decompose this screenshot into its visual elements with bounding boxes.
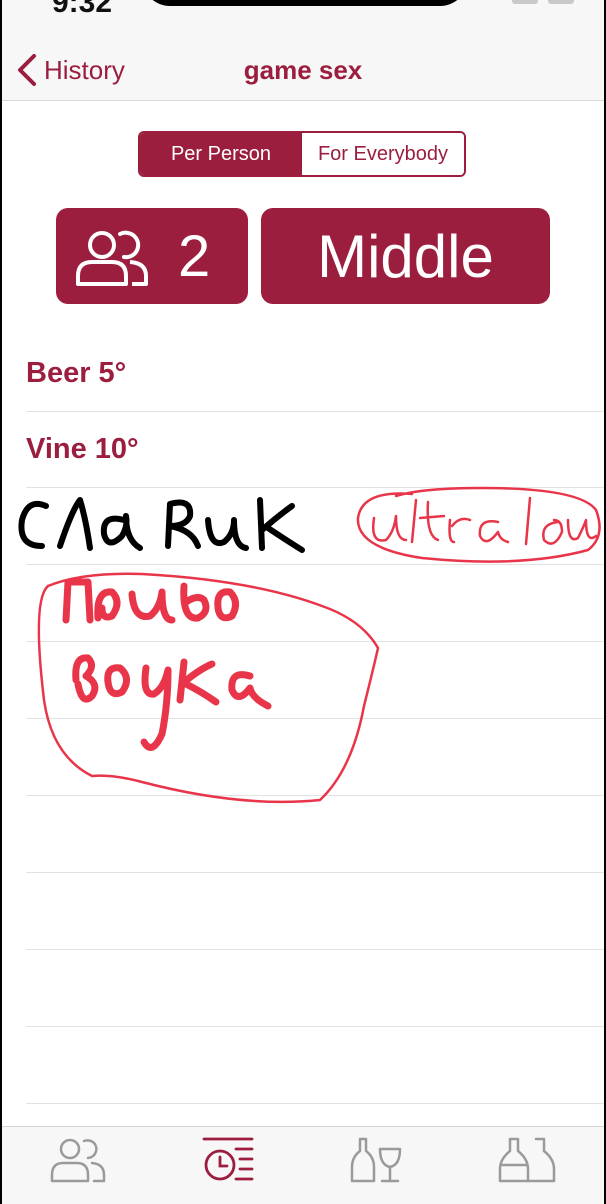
- bottles-icon: [498, 1137, 556, 1183]
- list-row: [26, 950, 604, 1027]
- history-icon: [202, 1137, 254, 1181]
- list-row: [26, 719, 604, 796]
- tab-people[interactable]: [48, 1135, 108, 1185]
- notch: [142, 0, 468, 6]
- people-icon: [50, 1138, 106, 1183]
- level-button[interactable]: Middle: [261, 208, 550, 304]
- people-count-button[interactable]: 2: [56, 208, 248, 304]
- drink-row-beer[interactable]: Beer 5°: [26, 336, 604, 412]
- status-time: 9:32: [52, 0, 113, 19]
- drinks-icon: [350, 1137, 402, 1183]
- tab-bottles[interactable]: [498, 1135, 558, 1185]
- status-bar: 9:32: [2, 0, 604, 44]
- nav-bar: History game sex: [2, 44, 604, 101]
- screen: 9:32 History game sex Per Person For Eve…: [2, 0, 604, 1204]
- list-row: [26, 873, 604, 950]
- segment-for-everybody[interactable]: For Everybody: [302, 133, 464, 175]
- status-icons: [512, 0, 574, 4]
- drink-list: Beer 5° Vine 10°: [26, 336, 604, 1104]
- page-title: game sex: [243, 55, 363, 85]
- battery-icon: [548, 0, 574, 4]
- list-row: [26, 642, 604, 719]
- segment-per-person[interactable]: Per Person: [140, 133, 302, 175]
- drink-row-vine[interactable]: Vine 10°: [26, 412, 604, 488]
- tab-drinks[interactable]: [348, 1135, 408, 1185]
- list-row: [26, 796, 604, 873]
- people-icon: [76, 230, 148, 286]
- tab-history[interactable]: [198, 1135, 258, 1185]
- tab-bar: [2, 1126, 604, 1204]
- signal-icon: [512, 0, 538, 4]
- level-label: Middle: [317, 222, 494, 290]
- list-row: [26, 565, 604, 642]
- list-row: [26, 1027, 604, 1104]
- people-count: 2: [178, 224, 211, 289]
- mode-segmented-control: Per Person For Everybody: [138, 131, 466, 177]
- list-row: [26, 488, 604, 565]
